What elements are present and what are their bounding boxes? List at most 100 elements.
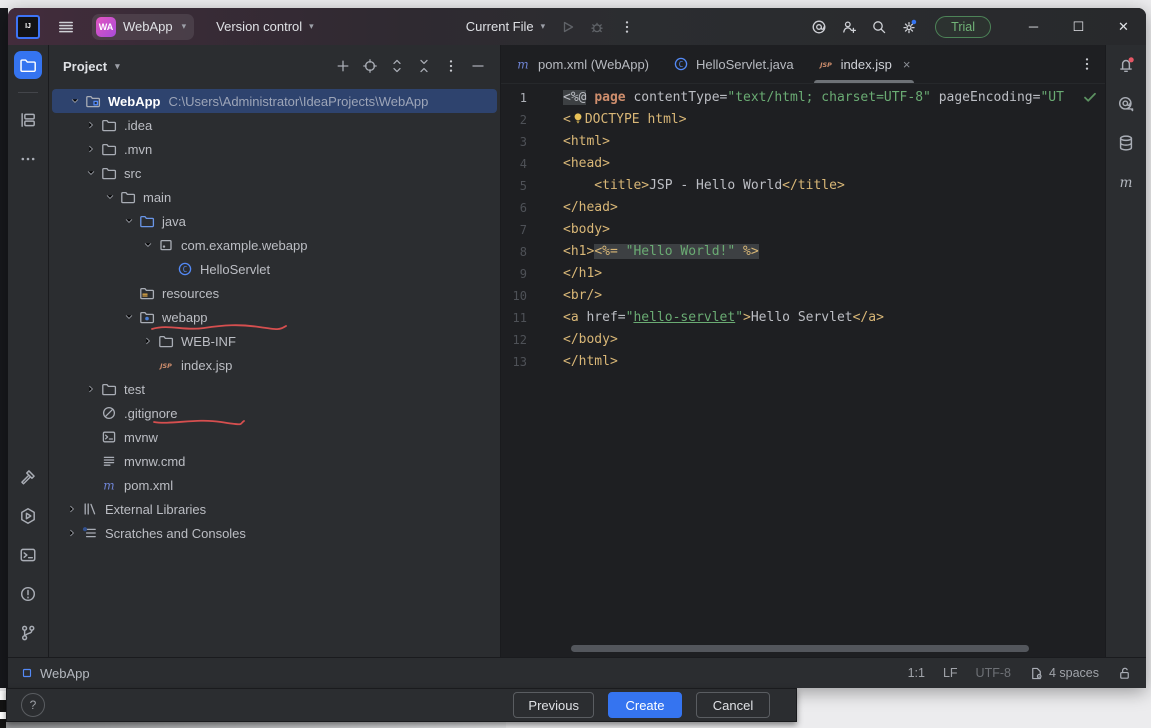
tree-item-mvnw-cmd[interactable]: mvnw.cmd: [49, 449, 500, 473]
minimize-button[interactable]: ─: [1011, 8, 1056, 45]
line-number[interactable]: 11: [501, 307, 563, 329]
tool-problems-button[interactable]: [14, 580, 42, 608]
editor-body[interactable]: 1<%@ page contentType="text/html; charse…: [501, 84, 1105, 657]
tab-index-jsp[interactable]: JSP index.jsp ×: [806, 45, 923, 83]
tree-item-test[interactable]: test: [49, 377, 500, 401]
create-button[interactable]: Create: [608, 692, 682, 718]
chevron-right-icon[interactable]: [139, 334, 157, 348]
tree-item-resources[interactable]: resources: [49, 281, 500, 305]
chevron-down-icon[interactable]: [139, 238, 157, 252]
code-line-12[interactable]: 12</body>: [501, 329, 1105, 351]
code-line-9[interactable]: 9</h1>: [501, 263, 1105, 285]
chevron-right-icon[interactable]: [63, 526, 81, 540]
tree-item-mvnw[interactable]: mvnw: [49, 425, 500, 449]
code-line-4[interactable]: 4<head>: [501, 153, 1105, 175]
tool-project-button[interactable]: [14, 51, 42, 79]
project-panel-title[interactable]: Project ▾: [63, 59, 120, 74]
tree-item-webapp[interactable]: webapp: [49, 305, 500, 329]
line-number[interactable]: 13: [501, 351, 563, 373]
chevron-right-icon[interactable]: [82, 382, 100, 396]
tool-notifications-button[interactable]: [1112, 51, 1140, 79]
vcs-widget[interactable]: Version control ▾: [216, 19, 314, 34]
collapse-all-button[interactable]: [412, 54, 436, 78]
code-line-1[interactable]: 1<%@ page contentType="text/html; charse…: [501, 87, 1105, 109]
line-number[interactable]: 8: [501, 241, 563, 263]
previous-button[interactable]: Previous: [513, 692, 594, 718]
tree-item-java[interactable]: java: [49, 209, 500, 233]
code-with-me-button[interactable]: [811, 19, 827, 35]
line-number[interactable]: 10: [501, 285, 563, 307]
code-line-7[interactable]: 7<body>: [501, 219, 1105, 241]
tool-terminal-button[interactable]: [14, 541, 42, 569]
trial-badge[interactable]: Trial: [935, 16, 991, 38]
chevron-down-icon[interactable]: [82, 166, 100, 180]
hide-panel-button[interactable]: [466, 54, 490, 78]
tree-item-webapp[interactable]: WebAppC:\Users\Administrator\IdeaProject…: [52, 89, 497, 113]
add-button[interactable]: [331, 54, 355, 78]
search-everywhere-button[interactable]: [871, 19, 887, 35]
line-number[interactable]: 6: [501, 197, 563, 219]
tool-git-button[interactable]: [14, 619, 42, 647]
tree-item-external-libraries[interactable]: External Libraries: [49, 497, 500, 521]
tab-list-button[interactable]: [1079, 45, 1095, 83]
unlock-icon[interactable]: [1117, 666, 1132, 681]
code-line-10[interactable]: 10<br/>: [501, 285, 1105, 307]
run-config-selector[interactable]: Current File ▾: [466, 19, 545, 34]
main-menu-button[interactable]: [52, 13, 80, 41]
chevron-down-icon[interactable]: [120, 310, 138, 324]
code-line-3[interactable]: 3<html>: [501, 131, 1105, 153]
chevron-down-icon[interactable]: [120, 214, 138, 228]
tree-item-web-inf[interactable]: WEB-INF: [49, 329, 500, 353]
line-number[interactable]: 12: [501, 329, 563, 351]
tool-services-button[interactable]: [14, 502, 42, 530]
tool-structure-button[interactable]: [14, 106, 42, 134]
intention-bulb-icon[interactable]: [571, 111, 585, 133]
line-number[interactable]: 3: [501, 131, 563, 153]
status-project-widget[interactable]: WebApp: [20, 666, 90, 681]
help-button[interactable]: ?: [21, 693, 45, 717]
line-number[interactable]: 7: [501, 219, 563, 241]
line-number[interactable]: 1: [501, 87, 563, 109]
tool-more-button[interactable]: [14, 145, 42, 173]
inspections-ok-icon[interactable]: [1082, 89, 1098, 105]
debug-button[interactable]: [589, 19, 605, 35]
maximize-button[interactable]: ☐: [1056, 8, 1101, 45]
chevron-down-icon[interactable]: [66, 94, 84, 108]
tool-ai-assistant-button[interactable]: [1112, 90, 1140, 118]
tree-item-main[interactable]: main: [49, 185, 500, 209]
tree-item-pom-xml[interactable]: mpom.xml: [49, 473, 500, 497]
chevron-right-icon[interactable]: [63, 502, 81, 516]
more-actions-button[interactable]: [619, 19, 635, 35]
settings-button[interactable]: [901, 19, 917, 35]
indent-widget[interactable]: 4 spaces: [1029, 666, 1099, 681]
tool-database-button[interactable]: [1112, 129, 1140, 157]
chevron-down-icon[interactable]: [101, 190, 119, 204]
line-number[interactable]: 4: [501, 153, 563, 175]
line-number[interactable]: 2: [501, 109, 563, 131]
invite-collaborator-button[interactable]: [841, 19, 857, 35]
tree-item--idea[interactable]: .idea: [49, 113, 500, 137]
close-button[interactable]: ✕: [1101, 8, 1146, 45]
expand-all-button[interactable]: [385, 54, 409, 78]
encoding-widget[interactable]: UTF-8: [976, 666, 1011, 680]
code-line-11[interactable]: 11<a href="hello-servlet">Hello Servlet<…: [501, 307, 1105, 329]
line-number[interactable]: 5: [501, 175, 563, 197]
tab-pom-xml[interactable]: m pom.xml (WebApp): [503, 45, 661, 83]
tool-build-button[interactable]: [14, 463, 42, 491]
tree-item-scratches-and-consoles[interactable]: Scratches and Consoles: [49, 521, 500, 545]
project-switcher[interactable]: WA WebApp ▾: [92, 14, 194, 40]
tree-item-index-jsp[interactable]: JSPindex.jsp: [49, 353, 500, 377]
tree-item--mvn[interactable]: .mvn: [49, 137, 500, 161]
tree-item-com-example-webapp[interactable]: com.example.webapp: [49, 233, 500, 257]
tree-item-src[interactable]: src: [49, 161, 500, 185]
code-line-2[interactable]: 2<DOCTYPE html>: [501, 109, 1105, 131]
locate-file-button[interactable]: [358, 54, 382, 78]
panel-options-button[interactable]: [439, 54, 463, 78]
caret-position-widget[interactable]: 1:1: [908, 666, 925, 680]
chevron-right-icon[interactable]: [82, 118, 100, 132]
line-ending-widget[interactable]: LF: [943, 666, 958, 680]
chevron-right-icon[interactable]: [82, 142, 100, 156]
tab-close-icon[interactable]: ×: [903, 57, 911, 72]
code-line-6[interactable]: 6</head>: [501, 197, 1105, 219]
code-line-13[interactable]: 13</html>: [501, 351, 1105, 373]
